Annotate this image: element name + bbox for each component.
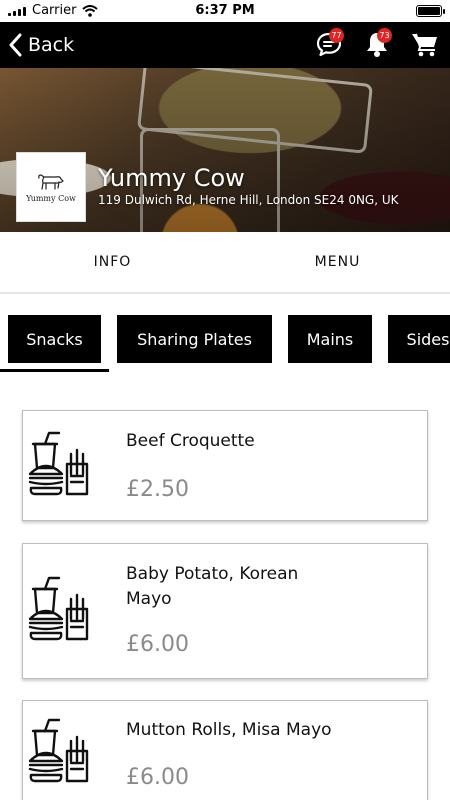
category-snacks[interactable]: Snacks — [8, 315, 101, 363]
menu-item-card[interactable]: Beef Croquette £2.50 — [22, 410, 428, 521]
chat-button[interactable]: 77 — [314, 28, 344, 60]
back-label: Back — [28, 34, 75, 56]
cow-logo-icon — [38, 173, 64, 190]
menu-item-price: £2.50 — [126, 477, 189, 502]
notifications-button[interactable]: 73 — [362, 28, 392, 60]
menu-item-name: Mutton Rolls, Misa Mayo — [126, 720, 332, 740]
status-bar: Carrier 6:37 PM — [0, 0, 450, 22]
restaurant-logo: Yummy Cow — [16, 152, 86, 222]
menu-item-card[interactable]: Baby Potato, Korean Mayo £6.00 — [22, 543, 428, 679]
chevron-left-icon — [9, 33, 22, 57]
battery-icon — [416, 5, 445, 17]
category-mains[interactable]: Mains — [288, 315, 372, 363]
tab-info[interactable]: INFO — [0, 232, 225, 292]
back-button[interactable]: Back — [8, 30, 74, 60]
fast-food-icon — [28, 576, 89, 641]
main-tabs: INFO MENU — [0, 232, 450, 294]
menu-item-price: £6.00 — [126, 632, 189, 657]
menu-item-name: Baby Potato, Korean Mayo — [126, 564, 299, 609]
category-sides[interactable]: Sides — [388, 315, 450, 363]
category-bar: Snacks Sharing Plates Mains Sides — [0, 296, 450, 376]
tab-menu[interactable]: MENU — [225, 232, 450, 292]
nav-bar: Back 77 73 — [0, 22, 450, 68]
cart-icon — [412, 33, 437, 57]
notification-badge: 73 — [377, 28, 392, 43]
nav-actions: 77 73 — [314, 28, 440, 60]
cart-button[interactable] — [410, 28, 440, 60]
restaurant-hero: Yummy Cow Yummy Cow 119 Dulwich Rd, Hern… — [0, 68, 450, 232]
menu-list: Beef Croquette £2.50 Baby Potato, Korean… — [0, 376, 450, 800]
menu-item-price: £6.00 — [126, 765, 189, 790]
status-time: 6:37 PM — [195, 3, 255, 18]
menu-item-card[interactable]: Mutton Rolls, Misa Mayo £6.00 — [22, 700, 428, 800]
restaurant-address: 119 Dulwich Rd, Herne Hill, London SE24 … — [98, 193, 399, 207]
selected-category-indicator — [0, 369, 109, 372]
menu-item-name: Beef Croquette — [126, 431, 255, 451]
fast-food-icon — [28, 431, 89, 496]
fast-food-icon — [28, 718, 89, 783]
logo-text: Yummy Cow — [26, 193, 76, 203]
restaurant-name: Yummy Cow — [98, 164, 245, 192]
category-sharing-plates[interactable]: Sharing Plates — [117, 315, 272, 363]
chat-badge: 77 — [329, 28, 344, 43]
